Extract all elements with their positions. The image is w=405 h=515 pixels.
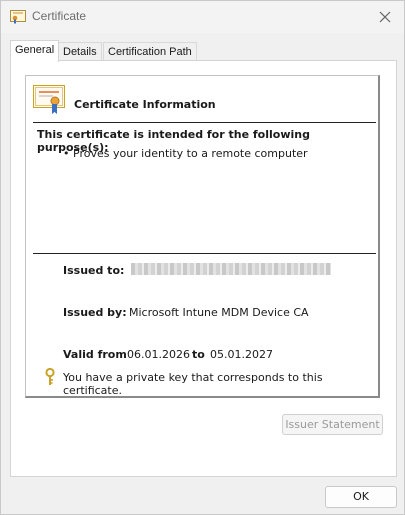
valid-to-label: to <box>192 348 205 361</box>
bullet: • <box>63 147 73 160</box>
issuer-statement-button[interactable]: Issuer Statement <box>282 414 383 435</box>
certificate-icon <box>10 10 26 24</box>
issued-by-value: Microsoft Intune MDM Device CA <box>129 306 309 319</box>
tab-details[interactable]: Details <box>58 42 102 61</box>
private-key-note: You have a private key that corresponds … <box>63 371 323 397</box>
valid-from-date: 06.01.2026 <box>127 348 190 361</box>
purpose-list-item: • Proves your identity to a remote compu… <box>63 147 308 160</box>
close-button[interactable] <box>374 7 396 27</box>
valid-from-label: Valid from <box>63 348 127 361</box>
issued-by-label: Issued by: <box>63 306 127 319</box>
window-title: Certificate <box>32 9 87 23</box>
purpose-text: Proves your identity to a remote compute… <box>73 147 308 160</box>
issued-to-label: Issued to: <box>63 264 125 277</box>
tab-certification-path[interactable]: Certification Path <box>103 42 197 61</box>
divider <box>33 253 376 254</box>
redacted-issued-to <box>131 263 331 275</box>
valid-to-date: 05.01.2027 <box>210 348 273 361</box>
certificate-information-heading: Certificate Information <box>74 98 216 111</box>
certificate-dialog: Certificate General Details Certificatio… <box>0 0 405 515</box>
ok-button[interactable]: OK <box>325 486 397 508</box>
key-icon <box>45 367 55 386</box>
certificate-info-box: Certificate Information This certificate… <box>25 75 380 398</box>
close-icon <box>379 11 391 23</box>
general-tab-panel: Certificate Information This certificate… <box>10 60 397 477</box>
certificate-icon <box>33 85 65 115</box>
tab-general[interactable]: General <box>10 40 60 62</box>
divider <box>33 122 376 123</box>
title-bar: Certificate <box>1 1 404 33</box>
